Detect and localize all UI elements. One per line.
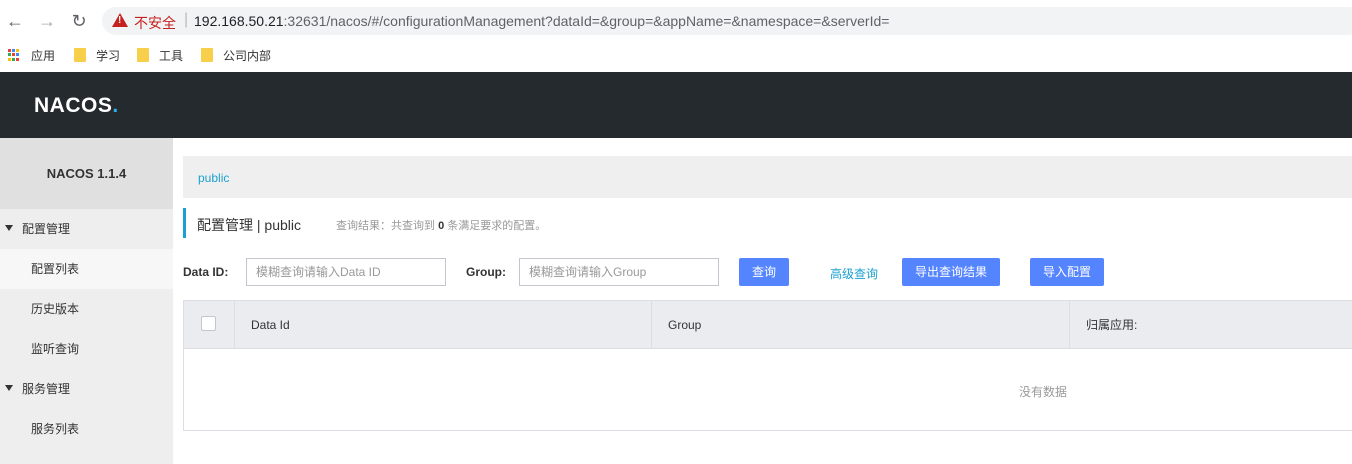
address-bar[interactable]: 不安全 | 192.168.50.21:32631/nacos/#/config… xyxy=(102,7,1352,35)
logo-dot: . xyxy=(112,94,119,117)
namespace-tab-public[interactable]: public xyxy=(198,171,229,185)
url-host: 192.168.50.21 xyxy=(194,13,284,29)
back-arrow-icon[interactable]: ← xyxy=(4,10,26,32)
folder-icon xyxy=(137,48,149,62)
sidebar-group-config[interactable]: 配置管理 xyxy=(0,209,173,249)
bookmark-study[interactable]: 学习 xyxy=(74,47,120,64)
column-group[interactable]: Group xyxy=(652,301,1070,349)
reload-icon[interactable]: ↻ xyxy=(68,10,90,32)
select-all-checkbox[interactable] xyxy=(201,316,216,331)
forward-arrow-icon[interactable]: → xyxy=(36,10,58,32)
sidebar-item-config-list[interactable]: 配置列表 xyxy=(0,249,173,289)
url-text[interactable]: 192.168.50.21:32631/nacos/#/configuratio… xyxy=(194,13,889,29)
query-result-info: 查询结果：共查询到 0 条满足要求的配置。 xyxy=(336,217,546,233)
divider: | xyxy=(184,11,189,28)
select-all-cell xyxy=(184,301,235,349)
sidebar-item-listener[interactable]: 监听查询 xyxy=(0,329,173,369)
bookmark-tools[interactable]: 工具 xyxy=(137,47,183,64)
page-title: 配置管理 | public xyxy=(197,217,301,233)
column-dataid[interactable]: Data Id xyxy=(235,301,652,349)
bookmark-label: 工具 xyxy=(159,49,184,63)
bookmark-apps[interactable]: 应用 xyxy=(31,47,55,64)
dataid-label: Data ID: xyxy=(183,265,229,279)
query-button[interactable]: 查询 xyxy=(739,258,789,286)
search-form: Data ID: 模糊查询请输入Data ID Group: 模糊查询请输入Gr… xyxy=(183,258,1352,286)
column-app[interactable]: 归属应用: xyxy=(1070,301,1352,349)
bookmarks-bar: 应用 学习 工具 公司内部 xyxy=(0,42,1352,72)
folder-icon xyxy=(74,48,86,62)
sidebar: NACOS 1.1.4 配置管理 配置列表 历史版本 监听查询 服务管理 服务列… xyxy=(0,138,173,464)
result-prefix: 查询结果：共查询到 xyxy=(336,220,439,232)
sidebar-group-label: 配置管理 xyxy=(22,222,71,236)
caret-down-icon xyxy=(5,385,13,391)
page-title-row: 配置管理 | public 查询结果：共查询到 0 条满足要求的配置。 xyxy=(183,208,1183,238)
apps-grid-icon[interactable] xyxy=(8,49,20,61)
sidebar-group-label: 服务管理 xyxy=(22,382,71,396)
url-path: :32631/nacos/#/configurationManagement?d… xyxy=(283,13,890,29)
browser-toolbar: ← → ↻ 不安全 | 192.168.50.21:32631/nacos/#/… xyxy=(0,0,1352,42)
export-button[interactable]: 导出查询结果 xyxy=(902,258,1000,286)
app-header: NACOS. xyxy=(0,72,1352,138)
bookmark-company[interactable]: 公司内部 xyxy=(201,47,271,64)
config-table: Data Id Group 归属应用: 没有数据 xyxy=(183,300,1352,431)
sidebar-item-service-list[interactable]: 服务列表 xyxy=(0,409,173,449)
table-header: Data Id Group 归属应用: xyxy=(184,301,1352,349)
bookmark-label: 公司内部 xyxy=(223,49,272,63)
bookmark-label: 学习 xyxy=(96,49,121,63)
folder-icon xyxy=(201,48,213,62)
namespace-bar: public xyxy=(183,156,1352,198)
empty-message: 没有数据 xyxy=(1019,385,1068,399)
dataid-input[interactable]: 模糊查询请输入Data ID xyxy=(246,258,446,286)
sidebar-group-service[interactable]: 服务管理 xyxy=(0,369,173,409)
advanced-query-link[interactable]: 高级查询 xyxy=(830,265,878,282)
logo-text: NACOS xyxy=(34,94,113,117)
result-suffix: 条满足要求的配置。 xyxy=(444,220,547,232)
group-input[interactable]: 模糊查询请输入Group xyxy=(519,258,719,286)
import-button[interactable]: 导入配置 xyxy=(1030,258,1104,286)
warning-icon xyxy=(112,13,128,27)
sidebar-item-history[interactable]: 历史版本 xyxy=(0,289,173,329)
nacos-logo[interactable]: NACOS. xyxy=(34,94,119,118)
security-label[interactable]: 不安全 xyxy=(134,13,176,33)
group-label: Group: xyxy=(466,265,506,279)
sidebar-version: NACOS 1.1.4 xyxy=(0,138,173,209)
caret-down-icon xyxy=(5,225,13,231)
